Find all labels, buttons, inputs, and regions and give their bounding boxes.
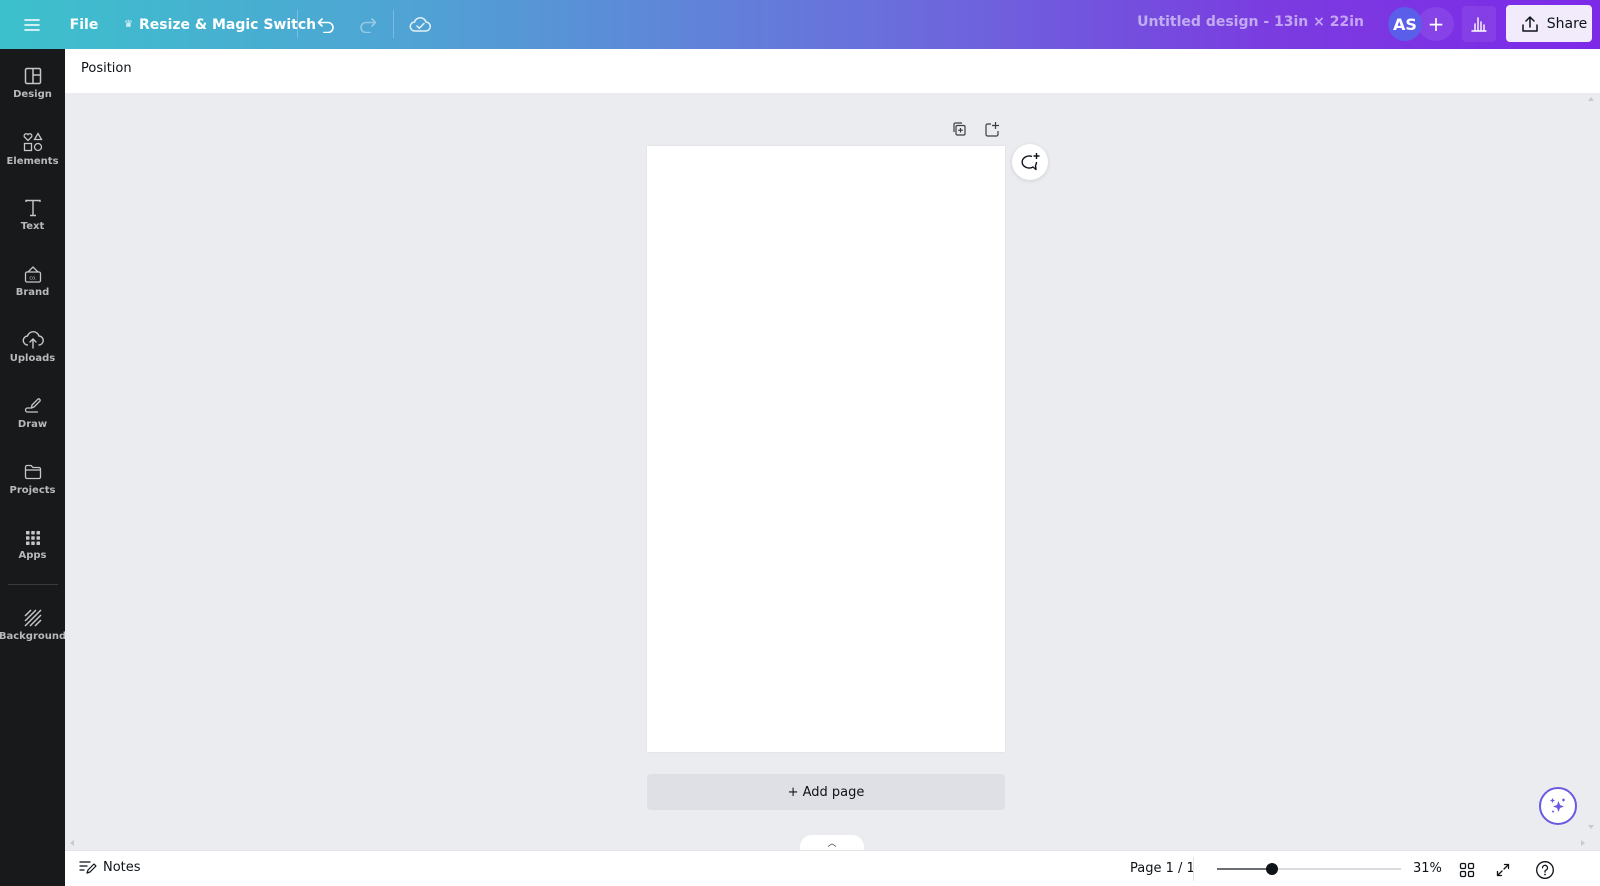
sidebar-item-label: Background [0, 631, 67, 642]
resize-magic-switch-button[interactable]: ♛ Resize & Magic Switch [118, 7, 322, 43]
sidebar-item-label: Elements [6, 156, 59, 167]
sidebar-item-apps[interactable]: Apps [0, 515, 65, 575]
comment-add-icon [1021, 153, 1040, 171]
add-page-button[interactable]: + Add page [647, 774, 1005, 810]
elements-icon [23, 132, 43, 152]
add-page-icon [985, 122, 999, 137]
brand-icon: co. [24, 266, 41, 283]
scroll-up-arrow[interactable] [1588, 97, 1594, 101]
background-icon [23, 609, 42, 627]
sidebar-item-label: Text [20, 221, 45, 232]
undo-icon [317, 17, 334, 33]
redo-button[interactable] [352, 7, 384, 43]
draw-icon [24, 398, 41, 413]
sidebar-item-elements[interactable]: Elements [0, 119, 65, 179]
add-collaborator-button[interactable]: + [1418, 7, 1454, 41]
zoom-percentage[interactable]: 31% [1413, 861, 1442, 876]
plus-icon: + [1427, 12, 1445, 36]
divider [1193, 857, 1194, 881]
sidebar-item-label: Apps [18, 550, 47, 561]
grid-view-icon [1459, 862, 1475, 878]
sidebar-item-projects[interactable]: Projects [0, 449, 65, 509]
scroll-down-arrow[interactable] [1588, 825, 1594, 829]
sidebar-item-label: Design [13, 89, 52, 100]
help-icon [1536, 861, 1554, 879]
crown-icon: ♛ [124, 19, 133, 30]
bar-chart-icon [1471, 17, 1487, 32]
file-menu-button[interactable]: File [66, 7, 102, 43]
redo-icon [360, 17, 377, 33]
sidebar-item-design[interactable]: Design [0, 53, 65, 113]
grid-view-button[interactable] [1456, 859, 1478, 881]
fullscreen-button[interactable] [1492, 859, 1514, 881]
sidebar-item-brand[interactable]: co. Brand [0, 251, 65, 311]
upload-icon [1522, 15, 1538, 32]
sidebar: Design Elements Text co. Brand Uploads D… [0, 49, 67, 886]
share-label: Share [1546, 15, 1588, 32]
context-toolbar: Position [65, 49, 1600, 93]
svg-text:co.: co. [29, 276, 37, 282]
folder-icon [24, 464, 41, 480]
sidebar-item-text[interactable]: Text [0, 185, 65, 245]
undo-button[interactable] [310, 7, 342, 43]
design-page[interactable] [647, 146, 1005, 752]
zoom-slider[interactable] [1217, 863, 1401, 875]
sidebar-item-draw[interactable]: Draw [0, 383, 65, 443]
sidebar-item-uploads[interactable]: Uploads [0, 317, 65, 377]
sidebar-item-label: Projects [9, 485, 56, 496]
page-indicator[interactable]: Page 1 / 1 [1130, 861, 1195, 876]
position-button[interactable]: Position [81, 61, 132, 76]
duplicate-page-button[interactable] [947, 117, 971, 141]
expand-icon [1496, 863, 1510, 877]
add-page-top-button[interactable] [980, 117, 1004, 141]
add-comment-button[interactable] [1012, 144, 1048, 180]
top-bar: File ♛ Resize & Magic Switch Untitled de… [0, 0, 1600, 49]
hamburger-icon [24, 18, 40, 31]
sidebar-item-label: Brand [15, 287, 50, 298]
duplicate-icon [953, 122, 966, 136]
notes-icon [79, 861, 97, 874]
chevron-up-icon: ︿ [827, 839, 837, 849]
design-title[interactable]: Untitled design - 13in × 22in [1137, 14, 1364, 30]
user-avatar[interactable]: AS [1388, 7, 1422, 41]
share-button[interactable]: Share [1506, 5, 1592, 42]
text-icon [24, 199, 41, 217]
notes-label: Notes [103, 859, 141, 875]
notes-button[interactable]: Notes [79, 859, 141, 875]
expand-pages-toggle[interactable]: ︿ [800, 835, 864, 850]
cloud-check-icon [409, 16, 431, 32]
sidebar-item-background[interactable]: Background [0, 595, 67, 655]
insights-button[interactable] [1462, 6, 1496, 42]
divider [393, 10, 394, 38]
help-button[interactable] [1534, 859, 1556, 881]
zoom-slider-thumb[interactable] [1266, 863, 1279, 875]
divider [297, 10, 298, 38]
main-menu-button[interactable] [16, 7, 48, 43]
magic-assistant-button[interactable] [1539, 787, 1577, 825]
apps-grid-icon [25, 531, 40, 545]
zoom-slider-fill [1217, 868, 1273, 870]
sparkle-icon [1550, 798, 1565, 813]
uploads-icon [22, 331, 44, 349]
scroll-right-arrow[interactable] [1581, 840, 1585, 846]
scroll-left-arrow[interactable] [70, 840, 74, 846]
footer-bar: Notes Page 1 / 1 31% [65, 850, 1600, 886]
save-status-button[interactable] [404, 7, 436, 43]
sidebar-divider [8, 584, 58, 585]
canvas-area: + Add page ︿ [65, 93, 1600, 850]
design-icon [24, 67, 41, 85]
sidebar-item-label: Draw [17, 419, 48, 430]
sidebar-item-label: Uploads [9, 353, 56, 364]
resize-label: Resize & Magic Switch [138, 16, 317, 33]
